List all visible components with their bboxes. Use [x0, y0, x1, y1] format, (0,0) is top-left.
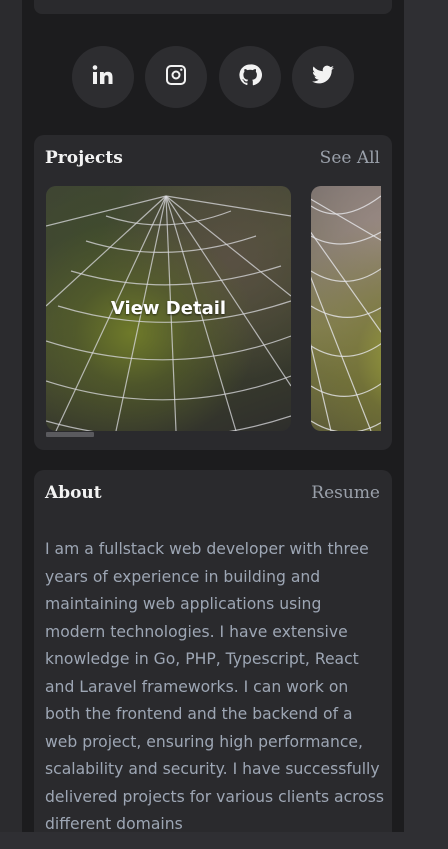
about-body: I am a fullstack web developer with thre…: [45, 540, 385, 832]
resume-link[interactable]: Resume: [311, 483, 380, 503]
instagram-button[interactable]: [145, 46, 208, 108]
social-links: [72, 46, 354, 108]
projects-carousel[interactable]: View Detail: [46, 186, 381, 431]
twitter-icon: [311, 63, 335, 91]
page-bottom-edge: [0, 832, 448, 849]
projects-card: Projects See All View Detail: [34, 135, 392, 450]
carousel-scrollbar[interactable]: [46, 432, 381, 437]
instagram-icon: [164, 63, 188, 91]
view-detail-label: View Detail: [110, 298, 227, 319]
see-all-link[interactable]: See All: [320, 148, 380, 168]
page-gutter-left: [0, 0, 22, 849]
twitter-button[interactable]: [291, 46, 354, 108]
linkedin-button[interactable]: [72, 46, 134, 108]
profile-card-bottom-edge: [34, 0, 392, 14]
linkedin-icon: [91, 63, 115, 91]
page-gutter-right: [404, 0, 448, 849]
carousel-scrollbar-thumb[interactable]: [46, 432, 94, 437]
github-button[interactable]: [218, 46, 281, 108]
main-column: Projects See All View Detail About Resum…: [22, 0, 404, 832]
about-title: About: [45, 483, 102, 503]
project-tile[interactable]: [311, 186, 381, 431]
project-tile[interactable]: View Detail: [46, 186, 291, 431]
projects-title: Projects: [45, 148, 123, 168]
github-icon: [238, 63, 262, 91]
about-card: About Resume I am a fullstack web develo…: [34, 470, 392, 832]
